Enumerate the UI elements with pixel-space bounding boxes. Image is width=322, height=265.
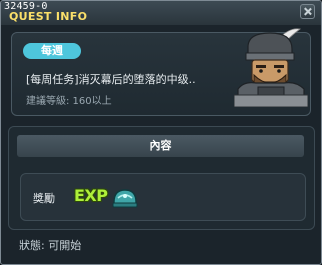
helmet-item-icon[interactable] (111, 186, 139, 210)
title-bar[interactable]: 32459-0 QUEST INFO (1, 1, 321, 25)
content-panel: 內容 獎勵 EXP (8, 126, 315, 230)
close-icon[interactable] (300, 4, 315, 19)
quest-card: 每週 [每周任务]消灭幕后的堕落的中级.. 建議等級: 160以上 (11, 28, 311, 116)
reward-box: 獎勵 EXP (20, 173, 306, 221)
recommended-level: 建議等級: 160以上 (26, 96, 112, 107)
reward-label: 獎勵 (33, 192, 55, 205)
category-badge: 每週 (23, 43, 81, 59)
status-text: 狀態: 可開始 (19, 239, 82, 252)
quest-info-window: 32459-0 QUEST INFO 每週 [每周任务]消灭幕后的堕落的中级..… (0, 0, 322, 265)
exp-reward-icon[interactable]: EXP (74, 186, 108, 205)
npc-portrait-icon (234, 28, 308, 107)
window-title: QUEST INFO (9, 10, 88, 23)
quest-name: [每周任务]消灭幕后的堕落的中级.. (26, 73, 196, 86)
content-header: 內容 (17, 135, 304, 157)
